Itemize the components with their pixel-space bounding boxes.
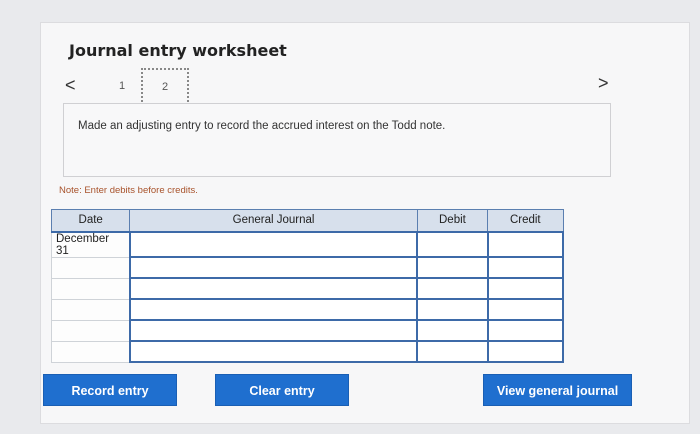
table-row [50, 256, 565, 279]
view-general-journal-button[interactable]: View general journal [483, 374, 632, 406]
table-row [50, 340, 565, 363]
account-input[interactable] [128, 298, 419, 321]
date-cell: December 31 [50, 231, 131, 258]
account-input[interactable] [128, 319, 419, 342]
credit-input[interactable] [486, 230, 565, 258]
account-input[interactable] [128, 340, 419, 363]
debit-input[interactable] [416, 298, 489, 321]
table-row [50, 319, 565, 342]
step-1-tab[interactable]: 1 [115, 80, 129, 92]
header-general-journal: General Journal [129, 209, 418, 233]
debit-input[interactable] [416, 319, 489, 342]
date-cell [50, 319, 131, 342]
note-text: Note: Enter debits before credits. [59, 185, 198, 196]
account-input[interactable] [128, 256, 419, 279]
step-2-tab[interactable]: 2 [141, 68, 189, 106]
journal-header-row: Date General Journal Debit Credit [50, 209, 564, 233]
date-cell [50, 277, 131, 300]
header-date: Date [50, 209, 131, 233]
table-row [50, 298, 565, 321]
date-cell [50, 340, 131, 363]
header-debit: Debit [416, 209, 489, 233]
credit-input[interactable] [486, 298, 565, 321]
page-title: Journal entry worksheet [69, 41, 287, 60]
debit-input[interactable] [416, 277, 489, 300]
credit-input[interactable] [486, 340, 565, 363]
debit-input[interactable] [416, 256, 489, 279]
chevron-right-icon[interactable]: > [598, 73, 609, 94]
debit-input[interactable] [416, 230, 489, 258]
table-row [50, 277, 565, 300]
prompt-text: Made an adjusting entry to record the ac… [78, 120, 446, 132]
clear-entry-button[interactable]: Clear entry [215, 374, 349, 406]
date-cell [50, 298, 131, 321]
credit-input[interactable] [486, 277, 565, 300]
prompt-box: Made an adjusting entry to record the ac… [63, 103, 611, 177]
journal-worksheet-card: Journal entry worksheet < 1 2 > Made an … [40, 22, 690, 424]
record-entry-button[interactable]: Record entry [43, 374, 177, 406]
credit-input[interactable] [486, 319, 565, 342]
account-input[interactable] [128, 230, 419, 258]
chevron-left-icon[interactable]: < [65, 75, 76, 96]
account-input[interactable] [128, 277, 419, 300]
header-credit: Credit [487, 209, 564, 233]
journal-table: Date General Journal Debit Credit Decemb… [50, 209, 565, 363]
date-cell [50, 256, 131, 279]
debit-input[interactable] [416, 340, 489, 363]
table-row: December 31 [50, 230, 565, 258]
credit-input[interactable] [486, 256, 565, 279]
